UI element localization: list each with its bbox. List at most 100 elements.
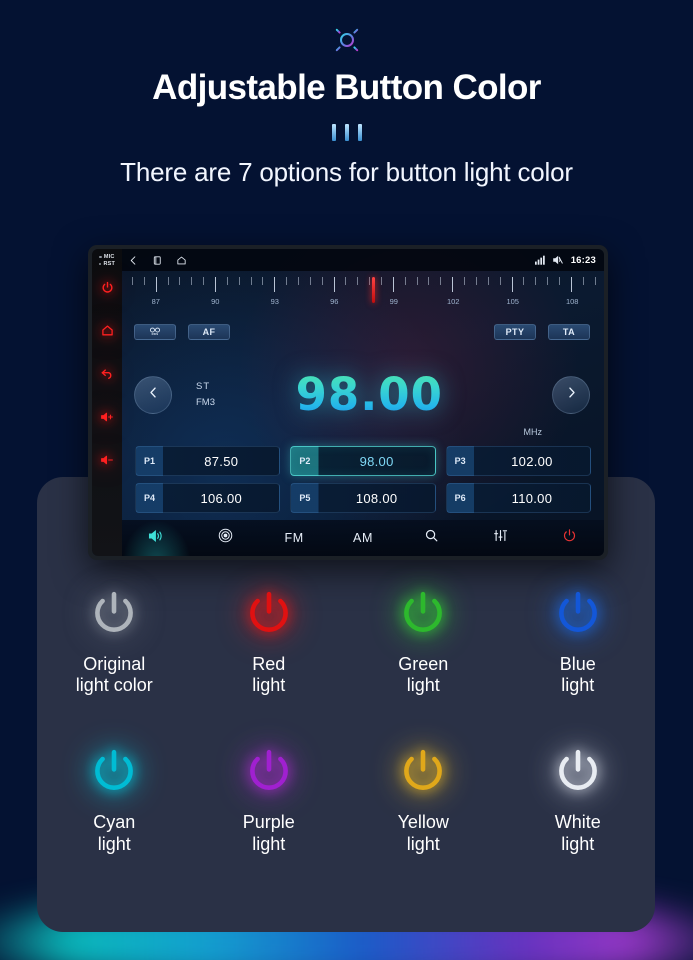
rst-dot-icon [98,262,102,266]
home-icon [101,324,114,342]
color-option-cyan[interactable]: Cyan light [37,744,192,854]
hardkey-volume-up-button[interactable] [92,397,122,440]
preset-button[interactable]: P4 106.00 [135,483,281,513]
rds-logo-icon: RDS [148,326,162,338]
color-option-yellow[interactable]: Yellow light [346,744,501,854]
tuner-scale-label: 90 [211,297,220,306]
tune-next-button[interactable] [552,375,590,414]
head-unit-screen: MIC RST 16:23 87 90 93 96 99 102 105 108… [92,249,604,556]
tuner-tick [416,277,418,285]
toolbar-equalizer-button[interactable] [466,520,535,556]
am-label: AM [353,531,373,545]
color-option-label: Red light [252,654,285,696]
color-option-white[interactable]: White light [501,744,656,854]
preset-button[interactable]: P3 102.00 [445,446,591,476]
mic-indicator: MIC [99,254,114,260]
tuner-tick [428,277,430,285]
tuner-tick [309,277,311,285]
tuner-scale[interactable]: 87 90 93 96 99 102 105 108 [132,277,596,321]
tuner-tick [155,277,157,292]
color-option-label-line: Yellow [397,812,449,833]
preset-button[interactable]: P2 98.00 [290,446,436,476]
screen-content: 16:23 87 90 93 96 99 102 105 108 RDS AF … [122,249,604,556]
mic-label: MIC [103,254,115,260]
tuner-tick [226,277,228,285]
rds-button[interactable]: RDS [134,324,176,340]
color-option-green[interactable]: Green light [346,586,501,696]
recents-square-icon[interactable] [152,255,163,266]
volume-icon [148,529,165,548]
hardkey-home-button[interactable] [92,311,122,354]
tuner-tick [274,277,276,292]
search-icon [424,528,439,548]
preset-label: P6 [454,493,466,503]
tune-previous-button[interactable] [134,375,172,414]
color-option-blue[interactable]: Blue light [501,586,656,696]
af-button[interactable]: AF [188,324,230,340]
color-option-purple[interactable]: Purple light [192,744,347,854]
power-icon [87,586,141,640]
color-option-original[interactable]: Original light color [37,586,192,696]
toolbar-am-button[interactable]: AM [329,520,398,556]
power-icon [396,744,450,798]
preset-value: 102.00 [511,453,553,469]
tuner-tick [487,277,489,285]
tuner-tick [238,277,240,285]
preset-row: P4 106.00 P5 108.00 P6 110.00 [135,483,591,513]
scan-target-icon [218,528,233,548]
back-chevron-icon[interactable] [128,255,139,266]
tuner-tick [203,277,205,285]
color-option-label: Yellow light [398,812,449,854]
hardkey-volume-down-button[interactable] [92,440,122,483]
tuner-tick [298,277,300,285]
tuner-tick [191,277,193,285]
hardkey-back-button[interactable] [92,354,122,397]
tuner-tick [558,277,560,285]
frequency-row: ST FM3 98.00 MHz [122,343,604,446]
rst-label: RST [103,261,116,267]
color-option-label-line: light [561,675,595,696]
color-option-label-line: light color [75,675,153,696]
color-option-label: Cyan light [93,812,135,854]
preset-label: P5 [299,493,311,503]
toolbar-scan-button[interactable] [191,520,260,556]
mic-dot-icon [99,255,102,259]
tuner-tick [333,277,335,292]
ta-button[interactable]: TA [548,324,590,340]
rst-indicator[interactable]: RST [98,261,116,267]
tuner-tick [167,277,169,285]
color-option-red[interactable]: Red light [192,586,347,696]
hardkey-power-button[interactable] [92,268,122,311]
color-option-label: Purple light [243,812,295,854]
preset-button[interactable]: P1 87.50 [135,446,281,476]
preset-button[interactable]: P6 110.00 [445,483,591,513]
color-option-label-line: light [561,833,595,854]
color-option-label-line: Purple [242,812,295,833]
preset-value: 110.00 [511,490,553,506]
tuner-tick [357,277,359,285]
tuner-tick [286,277,288,285]
preset-value: 98.00 [359,453,394,469]
pty-button[interactable]: PTY [494,324,536,340]
color-option-label-line: light [406,675,440,696]
preset-value: 108.00 [355,490,398,506]
page-title: Adjustable Button Color [152,68,541,107]
preset-button[interactable]: P5 108.00 [290,483,436,513]
tuner-tick [499,277,501,285]
home-icon[interactable] [176,255,187,266]
tuner-tick [392,277,394,292]
toolbar-volume-button[interactable] [122,520,191,556]
power-icon [242,586,296,640]
toolbar-fm-button[interactable]: FM [260,520,329,556]
toolbar-search-button[interactable] [397,520,466,556]
status-bar-right: 16:23 [534,255,596,266]
car-head-unit: MIC RST 16:23 87 90 93 96 99 102 105 108… [88,245,608,560]
tuner-needle [372,277,376,303]
page-root: Adjustable Button Color There are 7 opti… [0,0,693,960]
tuner-tick [535,277,537,285]
preset-value: 106.00 [200,490,243,506]
toolbar-power-button[interactable] [535,520,604,556]
tuner-tick [523,277,525,285]
tuner-tick [404,277,406,285]
tuner-scale-label: 96 [330,297,339,306]
